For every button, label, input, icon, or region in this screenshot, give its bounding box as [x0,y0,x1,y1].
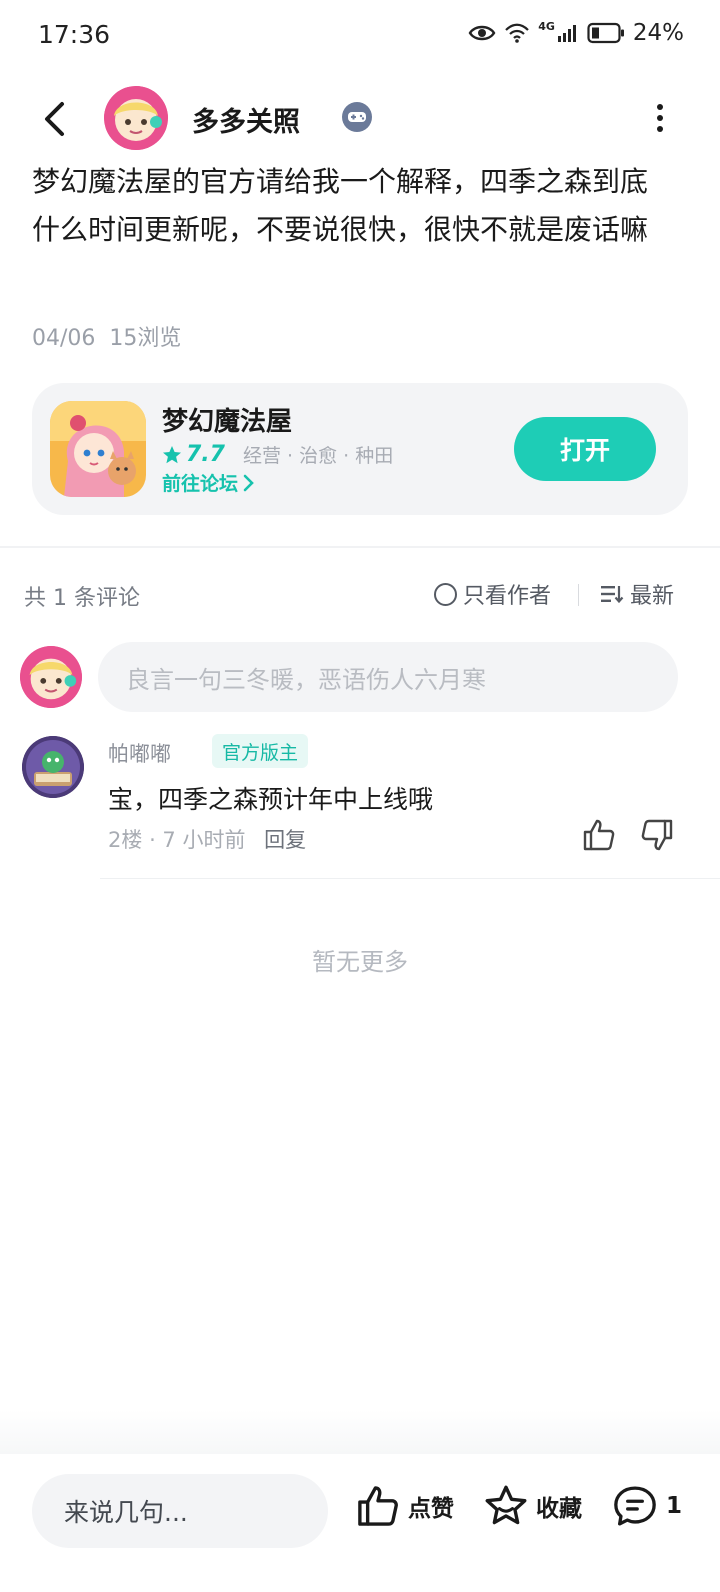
back-button[interactable] [34,96,74,142]
comment-time: 7 小时前 [162,828,246,852]
bottom-comment-input[interactable]: 来说几句... [32,1474,328,1548]
signal-icon [557,25,576,42]
comment-text: 宝，四季之森预计年中上线哦 [108,785,434,814]
gamepad-icon [348,112,366,122]
game-rating: 7.7 [186,442,225,467]
thumbs-up-icon [358,1486,398,1526]
forum-link[interactable]: 前往论坛 [162,469,254,496]
battery-level: 24% [632,20,684,46]
comments-button[interactable]: 1 [612,1484,682,1528]
post-date: 04/06 [32,326,96,351]
commenter-name[interactable]: 帕嘟嘟 [108,738,171,768]
moderator-badge: 官方版主 [212,734,309,768]
like-button[interactable]: 点赞 [356,1484,454,1528]
bottom-shade [0,1410,720,1454]
game-icon[interactable] [50,401,146,497]
comment-floor: 2楼 [108,828,143,852]
network-type: 4G [538,20,555,33]
game-tags: 经营 · 治愈 · 种田 [242,445,394,467]
comment-count: 共 1 条评论 [24,586,140,611]
comment-input[interactable]: 良言一句三冬暖，恶语伤人六月寒 [98,642,678,712]
only-author-toggle[interactable]: 只看作者 [434,578,551,610]
eye-icon [468,25,496,41]
comment-meta: 2楼 · 7 小时前 回复 [108,828,307,852]
back-icon [45,102,64,136]
post-views: 15浏览 [109,326,182,351]
like-label: 点赞 [408,1496,454,1522]
comment-dislike-button[interactable] [640,818,676,854]
post-meta: 04/06 15浏览 [32,320,181,352]
game-rating-row: 7.7 经营 · 治愈 · 种田 [162,441,393,468]
author-avatar[interactable] [104,86,168,150]
favorite-button[interactable]: 收藏 [484,1484,582,1528]
my-avatar [20,646,82,708]
comment-bubble-icon [614,1486,656,1526]
wifi-icon [505,23,529,43]
section-divider [0,546,720,548]
star-outline-icon [485,1485,527,1525]
reply-button[interactable]: 回复 [264,828,306,852]
author-name[interactable]: 多多关照 [192,100,300,139]
open-game-button[interactable]: 打开 [514,417,656,481]
thumbs-down-icon [641,819,673,851]
sort-button[interactable]: 最新 [600,578,674,610]
star-icon [163,445,181,463]
game-name[interactable]: 梦幻魔法屋 [162,401,292,438]
status-icons: 4G 24% [468,20,684,46]
comment-divider [100,878,720,879]
comments-toolbar: 共 1 条评论 只看作者 最新 [0,576,720,612]
comment-like-button[interactable] [582,818,618,854]
sort-icon [601,586,624,604]
commenter-avatar[interactable] [22,736,84,798]
status-time: 17:36 [38,20,111,49]
favorite-label: 收藏 [536,1496,582,1522]
post-content: 梦幻魔法屋的官方请给我一个解释，四季之森到底什么时间更新呢，不要说很快，很快不就… [32,165,649,246]
thumbs-up-icon [583,819,615,851]
battery-icon [587,22,624,44]
chevron-right-icon [243,474,254,491]
post-header: 多多关照 [0,86,720,152]
end-of-list: 暂无更多 [312,948,408,976]
comment-count-badge: 1 [666,1493,683,1519]
status-bar: 17:36 4G 24% [0,0,720,72]
toolbar-separator [578,584,579,606]
more-icon [657,104,663,110]
gamepad-badge [342,102,372,132]
sort-label: 最新 [630,584,675,609]
forum-link-label: 前往论坛 [162,473,239,495]
more-button[interactable] [650,100,670,136]
bottom-action-bar: 来说几句... 点赞 收藏 1 [0,1454,720,1592]
radio-icon [434,582,457,606]
only-author-label: 只看作者 [463,584,552,609]
game-card[interactable]: 梦幻魔法屋 7.7 经营 · 治愈 · 种田 前往论坛 打开 [32,383,688,515]
